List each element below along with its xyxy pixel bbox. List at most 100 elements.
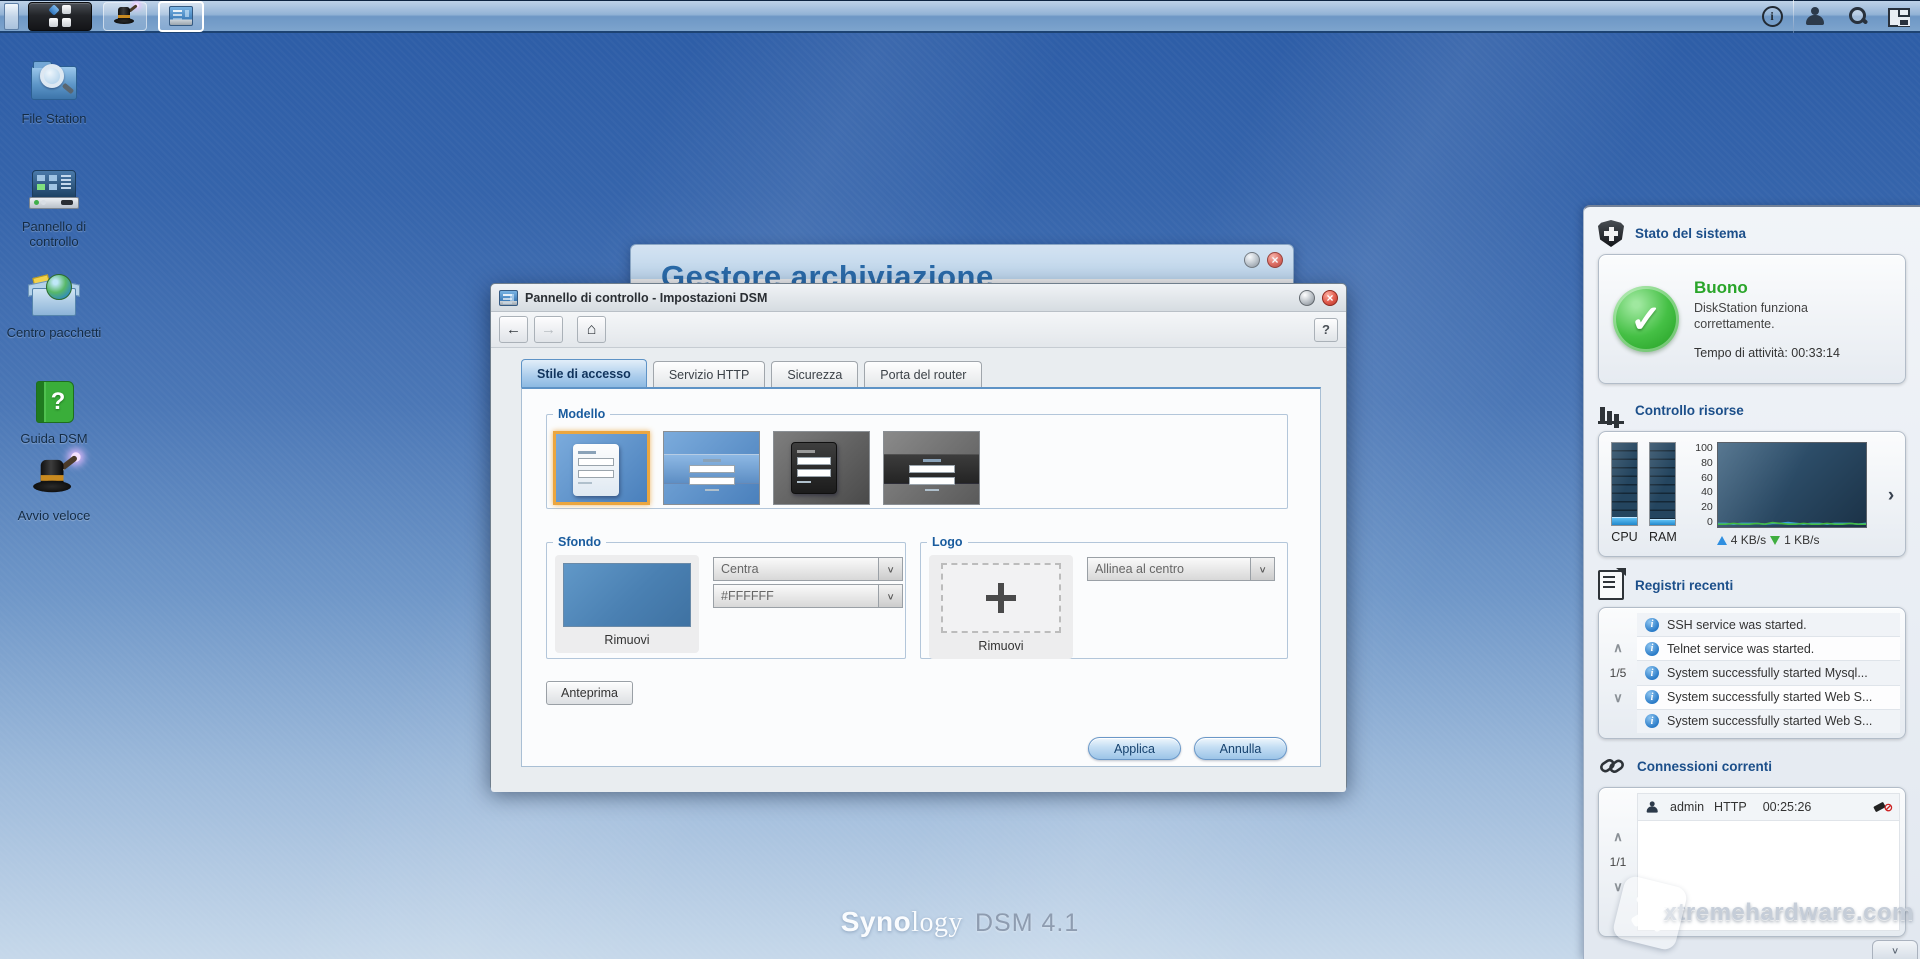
desktop-icon-control-panel[interactable]: Pannello di controllo [4,166,104,249]
dsm-settings-dialog: Pannello di controllo - Impostazioni DSM… [490,283,1347,789]
tab-servizio-http[interactable]: Servizio HTTP [653,361,766,387]
cancel-button[interactable]: Annulla [1194,737,1287,760]
desktop-icon-label: Pannello di controllo [4,219,104,249]
template-thumbnail-dark-card[interactable] [773,431,870,505]
system-health-title: Stato del sistema [1635,226,1746,241]
connection-time: 00:25:26 [1763,800,1812,814]
forward-button[interactable] [534,316,563,343]
main-menu-button[interactable] [28,2,92,31]
info-icon [1645,690,1659,704]
minimize-button[interactable] [1244,252,1260,268]
widget-panel: Stato del sistema Buono DiskStation funz… [1583,205,1920,959]
home-button[interactable] [577,316,606,343]
quick-launch-button[interactable] [103,2,147,31]
tab-porta-del-router[interactable]: Porta del router [864,361,982,387]
background-legend: Sfondo [553,535,606,549]
info-icon [1645,714,1659,728]
upload-speed: 4 KB/s [1731,533,1766,547]
help-button[interactable]: ? [1314,318,1338,342]
network-graph-yaxis: 100 80 60 40 20 0 [1687,442,1717,528]
user-menu-button[interactable] [1794,1,1836,31]
desktop: File Station Pannello di controllo Centr… [0,0,1920,959]
pager-up-button[interactable] [1613,828,1623,846]
logo-legend: Logo [927,535,968,549]
system-health-box: Buono DiskStation funziona correttamente… [1598,254,1906,384]
background-position-select[interactable]: Centra [713,557,903,581]
bar-chart-icon [1598,397,1624,424]
background-fieldset: Sfondo Rimuovi Centra #FFFF [546,535,906,659]
apply-button[interactable]: Applica [1088,737,1181,760]
current-connections-title: Connessioni correnti [1637,759,1772,774]
tab-sicurezza[interactable]: Sicurezza [771,361,858,387]
user-icon [1646,801,1655,812]
user-icon [1805,7,1825,25]
background-color-select[interactable]: #FFFFFF [713,584,903,608]
close-button[interactable] [1322,290,1338,306]
back-button[interactable] [499,316,528,343]
file-station-icon [28,58,80,104]
chevron-down-icon[interactable] [1250,558,1274,580]
pager-down-button[interactable] [1613,689,1623,707]
connection-protocol: HTTP [1714,800,1747,814]
ram-label: RAM [1649,530,1677,544]
upload-arrow-icon [1717,536,1727,545]
background-remove-link[interactable]: Rimuovi [604,633,649,647]
disconnect-icon[interactable] [1873,800,1891,814]
dialog-titlebar[interactable]: Pannello di controllo - Impostazioni DSM [491,284,1346,312]
logo-fieldset: Logo Rimuovi Allinea al centro [920,535,1288,659]
log-entry: SSH service was started. [1637,613,1900,637]
ram-meter-fill [1650,519,1675,525]
log-entry: Telnet service was started. [1637,637,1900,661]
resource-monitor-expand-button[interactable] [1881,485,1901,507]
background-color-value: #FFFFFF [714,585,878,607]
search-button[interactable] [1836,1,1878,31]
template-thumbnail-blue-band[interactable] [663,431,760,505]
chevron-down-icon[interactable] [878,585,902,607]
info-icon [1645,666,1659,680]
desktop-icon-label: Centro pacchetti [7,325,102,340]
logo-upload-dropzone[interactable] [941,563,1061,633]
template-thumbnail-blue-card[interactable] [553,431,650,505]
pager-down-button[interactable] [1613,878,1623,896]
resource-monitor-title: Controllo risorse [1635,403,1744,418]
tabstrip: Stile di accesso Servizio HTTP Sicurezza… [521,360,1319,387]
system-status-description: DiskStation funziona correttamente. [1694,300,1854,332]
uptime-label: Tempo di attività: 00:33:14 [1694,346,1854,360]
template-thumbnail-dark-band[interactable] [883,431,980,505]
notifications-button[interactable] [1751,1,1793,31]
logo-align-value: Allinea al centro [1088,558,1250,580]
logo-remove-link[interactable]: Rimuovi [978,639,1023,653]
active-window-taskbar-button[interactable] [158,1,204,32]
package-center-icon [28,272,80,318]
desktop-icon-package-center[interactable]: Centro pacchetti [4,272,104,340]
tab-stile-di-accesso[interactable]: Stile di accesso [521,359,647,387]
system-status: Buono [1694,278,1854,298]
resource-monitor-box: CPU RAM 100 80 60 40 20 0 [1598,431,1906,557]
download-speed: 1 KB/s [1784,533,1819,547]
log-entry: System successfully started Mysql... [1637,661,1900,685]
desktop-icon-file-station[interactable]: File Station [4,58,104,126]
logo-align-select[interactable]: Allinea al centro [1087,557,1275,581]
minimize-button[interactable] [1299,290,1315,306]
tab-panel: Modello [521,387,1321,767]
dialog-body: Stile di accesso Servizio HTTP Sicurezza… [491,348,1346,792]
main-menu-icon [49,5,71,27]
chevron-down-icon[interactable] [878,558,902,580]
logo-preview-wrap: Rimuovi [929,555,1073,659]
pilot-view-button[interactable] [1878,1,1920,31]
cpu-label: CPU [1611,530,1637,544]
desktop-icon-dsm-help[interactable]: Guida DSM [4,378,104,446]
dsm-help-icon [28,378,80,424]
widget-panel-collapse-button[interactable] [1872,940,1918,959]
show-desktop-button[interactable] [4,3,19,30]
download-arrow-icon [1770,536,1780,545]
current-connections-box: 1/1 admin HTTP 00:25:26 [1598,787,1906,937]
background-preview-image [563,563,691,627]
log-entry: System successfully started Web S... [1637,710,1900,733]
dsm-version: DSM 4.1 [975,909,1079,938]
pager-up-button[interactable] [1613,639,1623,657]
preview-button[interactable]: Anteprima [546,681,633,705]
desktop-icon-quick-start[interactable]: Avvio veloce [4,455,104,523]
close-button[interactable] [1267,252,1283,268]
connections-pager: 1/1 [1599,793,1637,931]
